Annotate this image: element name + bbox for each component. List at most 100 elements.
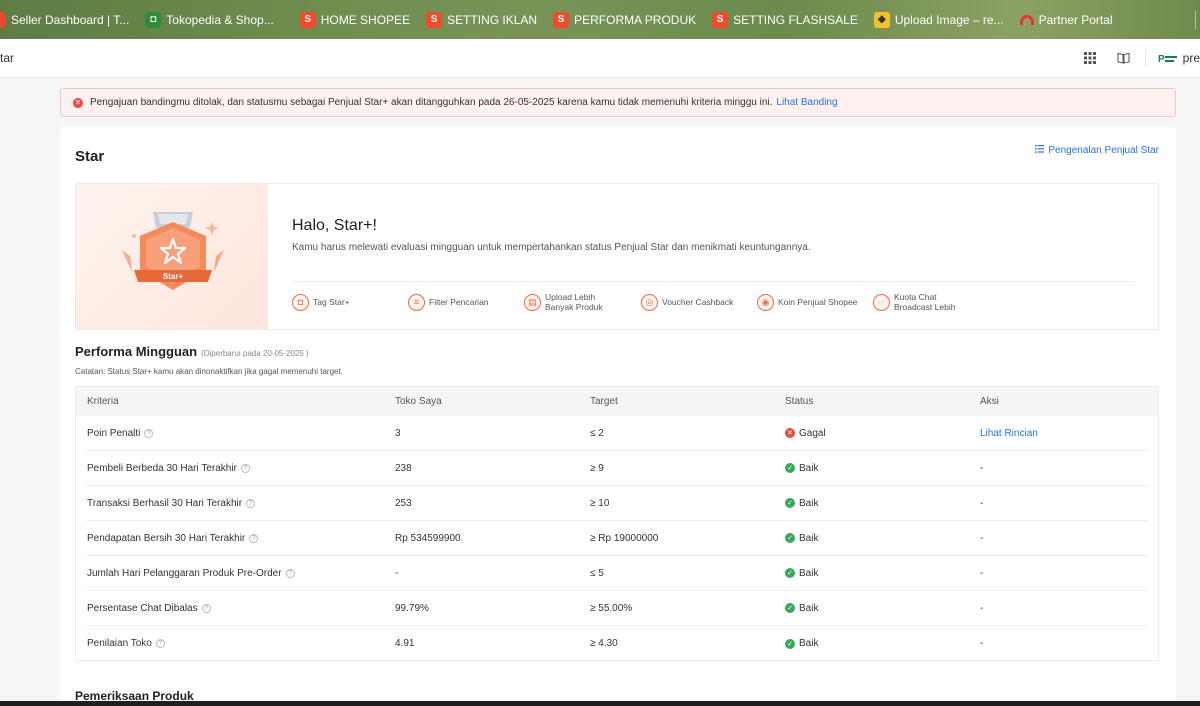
app-grid-icon[interactable] bbox=[1073, 39, 1107, 78]
bookmarks-divider bbox=[1195, 10, 1196, 29]
help-icon[interactable]: ? bbox=[201, 603, 211, 613]
criteria-cell: Pendapatan Bersih 30 Hari Terakhir? bbox=[86, 533, 395, 544]
shop-name: pre bbox=[1182, 51, 1200, 65]
bookmark-home-shopee[interactable]: S HOME SHOPEE bbox=[292, 0, 418, 39]
filter-icon: ≡ bbox=[408, 293, 425, 311]
performance-table: Kriteria Toko Saya Target Status Aksi Po… bbox=[75, 386, 1159, 661]
my-shop-cell: Rp 534599900 bbox=[395, 532, 461, 544]
performance-note: Catatan: Status Star+ kamu akan dinonakt… bbox=[75, 367, 343, 376]
page-title: Star bbox=[75, 148, 105, 165]
voucher-icon: ◎ bbox=[641, 293, 658, 311]
upload-image-icon: ◆ bbox=[873, 11, 890, 28]
bookmark-upload-image[interactable]: ◆ Upload Image – re... bbox=[866, 0, 1012, 39]
star-card: Star Pengenalan Penjual Star Star+ Halo,… bbox=[60, 127, 1176, 706]
bookmark-seller-dashboard[interactable]: Seller Dashboard | T... bbox=[0, 0, 137, 39]
greeting-title: Halo, Star+! bbox=[292, 217, 377, 234]
status-cell: ✓ Baik bbox=[785, 638, 980, 649]
help-icon[interactable]: ? bbox=[246, 498, 256, 508]
header-status: Status bbox=[785, 396, 814, 407]
star-badge-illustration: Star+ bbox=[76, 184, 268, 329]
criteria-cell: Pembeli Berbeda 30 Hari Terakhir? bbox=[86, 463, 395, 474]
benefits-list: ◘ Tag Star+ ≡ Filter Pencarian ▤ Upload … bbox=[292, 292, 989, 312]
banner-content: Halo, Star+! Kamu harus melewati evaluas… bbox=[268, 184, 1158, 329]
help-icon[interactable]: ? bbox=[155, 639, 165, 648]
status-cell: ✓ Baik bbox=[785, 533, 980, 544]
help-icon[interactable]: ? bbox=[144, 428, 154, 438]
my-shop-cell: - bbox=[395, 567, 399, 579]
help-icon[interactable]: ? bbox=[240, 463, 250, 473]
target-cell: ≤ 5 bbox=[590, 567, 604, 579]
star-seller-intro-link[interactable]: Pengenalan Penjual Star bbox=[1035, 145, 1159, 156]
action-cell: - bbox=[980, 638, 984, 649]
table-row: Transaksi Berhasil 30 Hari Terakhir? 253… bbox=[86, 486, 1148, 521]
check-icon: ✓ bbox=[785, 533, 795, 543]
check-icon: ✓ bbox=[785, 463, 795, 473]
table-row: Pembeli Berbeda 30 Hari Terakhir? 238 ≥ … bbox=[86, 451, 1148, 486]
criteria-cell: Poin Penalti? bbox=[86, 428, 395, 439]
bookmark-setting-iklan[interactable]: S SETTING IKLAN bbox=[418, 0, 545, 39]
status-cell: ✓ Baik bbox=[785, 463, 980, 474]
header-action: Aksi bbox=[980, 396, 999, 407]
chat-icon: ◌ bbox=[873, 293, 890, 311]
help-icon[interactable]: ? bbox=[285, 568, 295, 578]
target-cell: ≥ 10 bbox=[590, 497, 610, 509]
target-cell: ≥ 9 bbox=[590, 462, 604, 474]
upload-icon: ▤ bbox=[524, 293, 541, 311]
star-plus-badge-icon: Star+ bbox=[122, 212, 224, 290]
check-icon: ✓ bbox=[785, 498, 795, 508]
bookmark-tokopedia-shop[interactable]: ◘ Tokopedia & Shop... bbox=[137, 0, 281, 39]
alert-message: Pengajuan bandingmu ditolak, dan statusm… bbox=[90, 97, 773, 108]
shopee-icon: S bbox=[426, 11, 443, 28]
check-icon: ✓ bbox=[785, 568, 795, 578]
header-target: Target bbox=[590, 396, 618, 407]
my-shop-cell: 3 bbox=[395, 427, 401, 439]
criteria-cell: Persentase Chat Dibalas? bbox=[86, 603, 395, 614]
benefit-broadcast-chat: ◌ Kuota Chat Broadcast Lebih bbox=[873, 292, 989, 312]
shop-logo-icon: P bbox=[1158, 54, 1177, 64]
taskbar-strip bbox=[0, 701, 1200, 706]
table-row: Pendapatan Bersih 30 Hari Terakhir? Rp 5… bbox=[86, 521, 1148, 556]
shopee-icon: S bbox=[712, 11, 729, 28]
updated-date: (Diperbarui pada 20-05-2025 ) bbox=[201, 349, 309, 358]
action-cell: - bbox=[980, 532, 984, 544]
status-cell: ✓ Baik bbox=[785, 603, 980, 614]
criteria-cell: Jumlah Hari Pelanggaran Produk Pre-Order… bbox=[86, 568, 395, 579]
bookmark-setting-flashsale[interactable]: S SETTING FLASHSALE bbox=[704, 0, 866, 39]
criteria-cell: Penilaian Toko? bbox=[86, 638, 395, 649]
table-row: Penilaian Toko? 4.91 ≥ 4.30 ✓ Baik - bbox=[86, 626, 1148, 661]
top-navigation-bar: tar P pre bbox=[0, 39, 1200, 78]
table-row: Jumlah Hari Pelanggaran Produk Pre-Order… bbox=[86, 556, 1148, 591]
action-cell: - bbox=[980, 497, 984, 509]
bookmark-performa-produk[interactable]: S PERFORMA PRODUK bbox=[545, 0, 704, 39]
status-cell: ✓ Baik bbox=[785, 498, 980, 509]
header-criteria: Kriteria bbox=[87, 396, 119, 407]
header-my-shop: Toko Saya bbox=[395, 396, 442, 407]
benefit-tag-star: ◘ Tag Star+ bbox=[292, 292, 408, 312]
my-shop-cell: 253 bbox=[395, 497, 412, 509]
benefit-shopee-coins: ◉ Koin Penjual Shopee bbox=[757, 292, 873, 312]
tag-icon: ◘ bbox=[292, 293, 309, 311]
benefit-voucher-cashback: ◎ Voucher Cashback bbox=[641, 292, 757, 312]
breadcrumb[interactable]: tar bbox=[0, 51, 14, 65]
shop-account[interactable]: P pre bbox=[1158, 51, 1200, 65]
help-icon[interactable]: ? bbox=[249, 533, 259, 543]
target-cell: ≤ 2 bbox=[590, 427, 604, 439]
svg-text:P: P bbox=[1158, 54, 1165, 64]
partner-portal-icon bbox=[1019, 14, 1034, 25]
criteria-cell: Transaksi Berhasil 30 Hari Terakhir? bbox=[86, 498, 395, 509]
error-icon: ✕ bbox=[73, 97, 83, 108]
list-icon bbox=[1035, 145, 1045, 156]
status-cell: ✓ Baik bbox=[785, 568, 980, 579]
benefit-upload-more: ▤ Upload Lebih Banyak Produk bbox=[524, 292, 641, 312]
check-icon: ✓ bbox=[785, 638, 795, 649]
shopee-icon: S bbox=[299, 11, 316, 28]
target-cell: ≥ 55.00% bbox=[590, 602, 633, 614]
view-appeal-link[interactable]: Lihat Banding bbox=[776, 97, 837, 108]
status-cell: ✕ Gagal bbox=[785, 428, 980, 439]
view-details-link[interactable]: Lihat Rincian bbox=[980, 428, 1038, 439]
weekly-performance-title: Performa Mingguan (Diperbarui pada 20-05… bbox=[75, 344, 309, 359]
action-cell: - bbox=[980, 567, 984, 579]
greeting-description: Kamu harus melewati evaluasi mingguan un… bbox=[292, 242, 811, 253]
bookmark-partner-portal[interactable]: Partner Portal bbox=[1012, 0, 1121, 39]
book-icon[interactable] bbox=[1107, 39, 1141, 78]
